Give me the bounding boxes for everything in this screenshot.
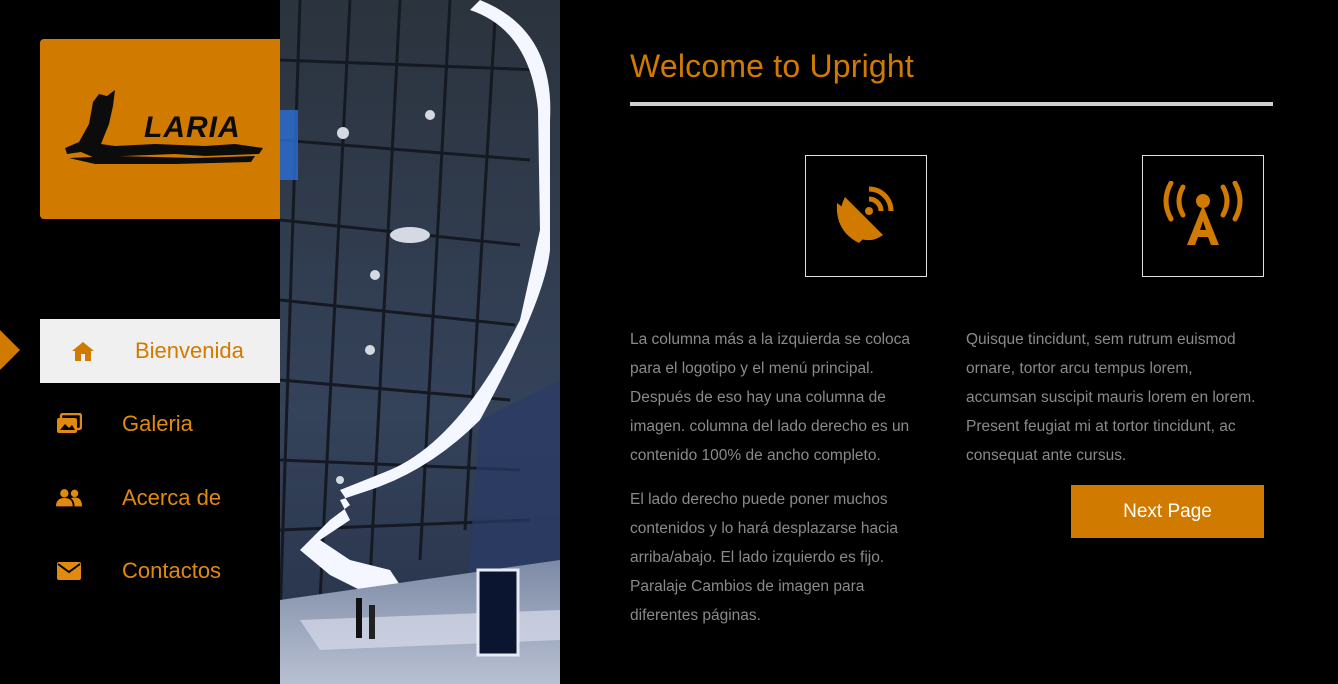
next-page-button[interactable]: Next Page — [1071, 485, 1264, 538]
logo-text: LARIA — [144, 111, 241, 144]
broadcast-tower-icon — [1161, 180, 1245, 252]
users-icon — [56, 485, 82, 511]
nav-label: Galeria — [122, 411, 193, 436]
logo[interactable]: LARIA — [40, 39, 280, 219]
nav-label: Acerca de — [122, 485, 222, 510]
page-title: Welcome to Upright — [630, 48, 915, 84]
nav-label: Bienvenida — [135, 338, 244, 363]
envelope-icon — [56, 558, 82, 584]
nav-label: Contactos — [122, 558, 222, 583]
nav-item-acerca[interactable]: Acerca de — [40, 466, 280, 530]
secondary-paragraph: Quisque tincidunt, sem rutrum euismod or… — [966, 331, 1256, 464]
active-nav-indicator — [0, 330, 20, 370]
nav-item-contactos[interactable]: Contactos — [40, 539, 280, 603]
images-icon — [56, 411, 82, 437]
detail-paragraph: El lado derecho puede poner muchos conte… — [630, 491, 898, 624]
home-icon — [70, 338, 96, 364]
nav-item-galeria[interactable]: Galeria — [40, 392, 280, 456]
title-divider — [630, 102, 1273, 106]
nav-item-bienvenida[interactable]: Bienvenida — [40, 319, 280, 383]
satellite-dish-icon — [833, 181, 899, 252]
feature-icon-box — [805, 155, 927, 277]
feature-icon-box — [1142, 155, 1264, 277]
hero-photo — [280, 0, 560, 684]
intro-paragraph: La columna más a la izquierda se coloca … — [630, 331, 911, 464]
